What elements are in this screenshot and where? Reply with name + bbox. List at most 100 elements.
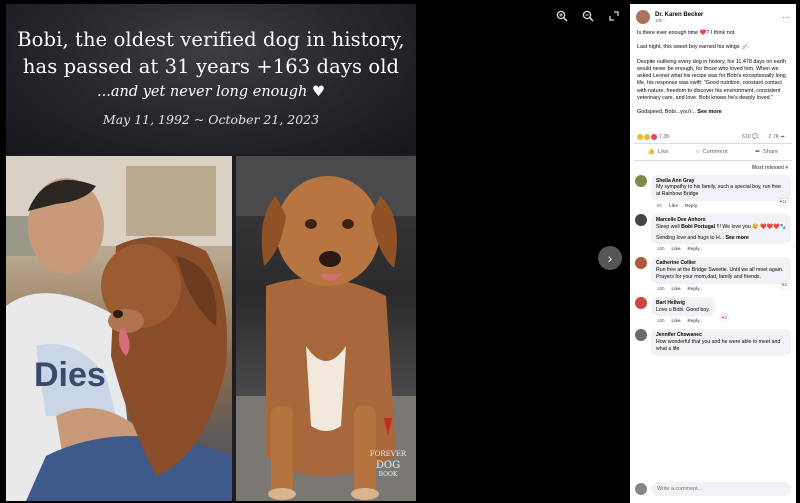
comment-text-part-3: Sending love and hugs to H... — [656, 234, 725, 241]
like-label: Like — [657, 148, 669, 155]
poster-dates: May 11, 1992 ~ October 21, 2023 — [102, 112, 320, 127]
svg-text:Dies: Dies — [34, 356, 106, 394]
post-side-panel: Dr. Karen Becker 10h · ⋯ Is there ever e… — [630, 4, 796, 503]
post-time[interactable]: 10h · — [655, 18, 703, 23]
poster-tagline: ...and yet never long enough ♥ — [97, 84, 325, 100]
commenter-avatar[interactable] — [635, 296, 647, 309]
share-button[interactable]: ➦ Share — [755, 149, 778, 155]
comment-emoji: 😢 ❤️❤️❤️🐾 — [752, 223, 786, 230]
photo-viewer: Bobi, the oldest verified dog in history… — [0, 0, 630, 503]
comment-item: Catherine Collier Run free at the Bridge… — [635, 257, 791, 291]
comment-reply-link[interactable]: Reply — [688, 318, 700, 323]
comments-count: 610 — [741, 133, 751, 140]
comment-composer — [635, 481, 791, 497]
post-paragraph-4-text: Godspeed, Bobi...you'r... — [637, 109, 696, 116]
post-paragraph-4: Godspeed, Bobi...you'r... See more — [637, 109, 789, 116]
photo-right-illustration: FOREVER DOG BOOK — [236, 156, 416, 501]
sad-reaction-icon — [637, 133, 643, 140]
commenter-name[interactable]: Catherine Collier — [656, 260, 786, 267]
comment-time[interactable]: 6h — [657, 203, 662, 208]
comment-reaction-count[interactable]: ♥3 — [719, 314, 729, 322]
poster-title-line-1: Bobi, the oldest verified dog in history… — [17, 28, 405, 51]
comment-meta: 10h Like Reply — [657, 246, 791, 251]
share-icon: ➦ — [754, 148, 760, 155]
commenter-name[interactable]: Bart Hellwig — [656, 300, 710, 307]
commenter-name[interactable]: Sheila Ann Gray — [656, 178, 786, 185]
comment-meta: 6h Like Reply — [657, 203, 791, 208]
author-name[interactable]: Dr. Karen Becker — [655, 12, 703, 18]
comment-label: Comment — [702, 148, 728, 155]
photo-man-kissing-dog: Dies — [6, 156, 232, 501]
comment-reaction-number: 3 — [724, 314, 727, 320]
commenter-name[interactable]: Marcelle Dee Anhorn — [656, 217, 786, 224]
reaction-summary: 7.3K 610 💬 2.7K ➦ — [634, 124, 792, 144]
comment-item: Jennifer Chowanec How wonderful that you… — [635, 329, 791, 356]
thumbs-up-icon: 👍 — [647, 148, 655, 155]
comment-item: Sheila Ann Gray My sympathy to his famil… — [635, 174, 791, 208]
commenter-avatar[interactable] — [635, 174, 647, 187]
comment-reaction-count[interactable]: ♥5 — [779, 282, 789, 289]
comment-reply-link[interactable]: Reply — [688, 246, 700, 251]
comment-meta: 10h Like Reply — [657, 286, 791, 291]
post-header: Dr. Karen Becker 10h · ⋯ — [630, 4, 796, 30]
next-photo-button[interactable]: › — [598, 246, 622, 270]
reaction-icons[interactable] — [637, 133, 657, 140]
see-more-link[interactable]: See more — [697, 109, 721, 115]
comment-time[interactable]: 10h — [657, 246, 665, 251]
poster-title-line-2: has passed at 31 years +163 days old — [22, 55, 400, 78]
chevron-down-icon: ▾ — [785, 164, 788, 171]
reactions-count[interactable]: 7.3K — [659, 134, 670, 140]
engagement-counts: 610 💬 2.7K ➦ — [742, 134, 785, 140]
photo-bobi-standing: FOREVER DOG BOOK — [236, 156, 416, 501]
comment-content: Sheila Ann Gray My sympathy to his famil… — [651, 174, 791, 208]
post-paragraph-1: Is there ever enough time ❤️? I think no… — [637, 30, 736, 36]
tagged-page-link[interactable]: Bobi Portugal — [681, 224, 715, 230]
comment-button[interactable]: ○ Comment — [696, 149, 728, 155]
comment-reply-link[interactable]: Reply — [685, 203, 697, 208]
comment-text-part-1: Sleep well — [656, 223, 680, 230]
comment-small-icon: 💬 — [752, 133, 759, 140]
care-reaction-icon — [644, 133, 650, 140]
comments-count-group[interactable]: 610 💬 — [742, 134, 759, 140]
comment-time[interactable]: 10h — [657, 318, 665, 323]
author-avatar[interactable] — [636, 10, 650, 24]
post-actions: 👍 Like ○ Comment ➦ Share — [634, 144, 792, 161]
forever-dog-logo: FOREVER — [370, 450, 407, 458]
comment-reply-link[interactable]: Reply — [688, 286, 700, 291]
comment-reaction-count[interactable]: ♥11 — [777, 199, 789, 207]
comment-time[interactable]: 10h — [657, 286, 665, 291]
comment-sort-dropdown[interactable]: Most relevant ▾ — [630, 161, 796, 175]
comment-item: Marcelle Dee Anhorn Sleep well Bobi Port… — [635, 214, 796, 251]
viewer-toolbar — [554, 8, 622, 24]
commenter-avatar[interactable] — [635, 214, 647, 227]
commenter-name[interactable]: Jennifer Chowanec — [656, 332, 786, 339]
comment-bubble: Marcelle Dee Anhorn Sleep well Bobi Port… — [651, 214, 796, 250]
post-paragraph-2: Last night, this sweet boy earned his wi… — [637, 44, 750, 51]
commenter-avatar[interactable] — [635, 329, 647, 342]
write-comment-input[interactable] — [651, 482, 791, 496]
comment-text: Love u Bobi. Good boy. — [656, 306, 710, 313]
comment-text: My sympathy to his family, such a specia… — [656, 184, 781, 198]
svg-text:DOG: DOG — [376, 460, 400, 471]
comment-reaction-number: 11 — [782, 199, 787, 205]
comment-see-more-link[interactable]: See more — [726, 235, 749, 241]
expand-icon[interactable] — [606, 8, 622, 24]
comment-like-link[interactable]: Like — [669, 203, 678, 208]
like-button[interactable]: 👍 Like — [648, 149, 669, 155]
comment-like-link[interactable]: Like — [672, 318, 681, 323]
share-label: Share — [762, 148, 779, 155]
comment-like-link[interactable]: Like — [672, 286, 681, 291]
share-small-icon: ➦ — [780, 133, 785, 140]
shares-count-group[interactable]: 2.7K ➦ — [769, 134, 785, 140]
comment-reaction-count[interactable]: ♥ — [794, 242, 796, 250]
svg-text:BOOK: BOOK — [379, 471, 398, 478]
zoom-in-icon[interactable] — [554, 8, 570, 24]
comments-list: Sheila Ann Gray My sympathy to his famil… — [630, 174, 796, 427]
shares-count: 2.7K — [768, 133, 780, 140]
photo-left-illustration: Dies — [6, 156, 232, 501]
more-options-icon[interactable]: ⋯ — [782, 13, 790, 22]
comment-item: Bart Hellwig Love u Bobi. Good boy. ♥3 1… — [635, 296, 791, 323]
comment-like-link[interactable]: Like — [672, 246, 681, 251]
commenter-avatar[interactable] — [635, 257, 647, 270]
zoom-out-icon[interactable] — [580, 8, 596, 24]
